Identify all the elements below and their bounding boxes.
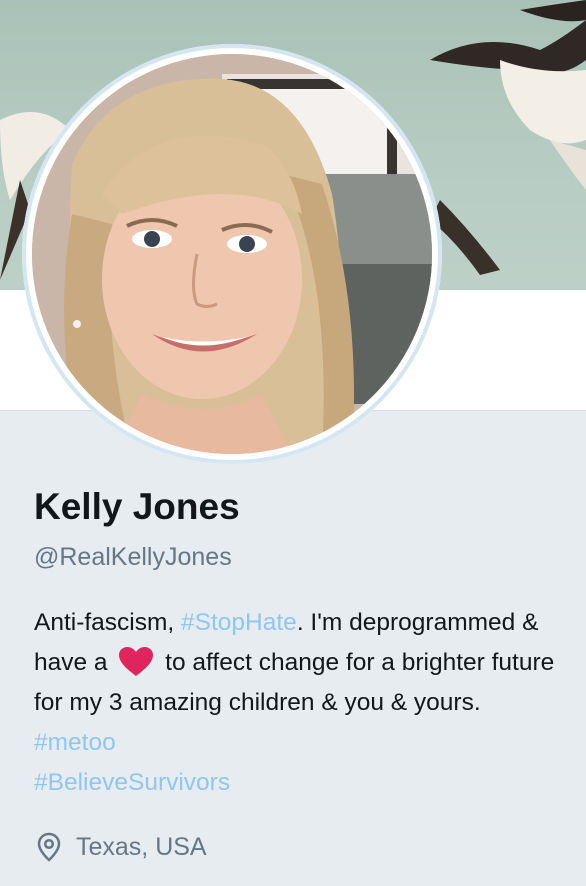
hashtag-link[interactable]: #StopHate	[181, 609, 297, 636]
profile-avatar[interactable]	[32, 54, 432, 454]
map-pin-icon	[37, 832, 61, 862]
bio-text: Anti-fascism,	[34, 609, 182, 636]
profile-bio: Anti-fascism, #StopHate. I'm deprogramme…	[34, 603, 564, 803]
profile-location: Texas, USA	[34, 832, 207, 862]
avatar-photo	[32, 54, 432, 454]
profile-name: Kelly Jones	[34, 486, 240, 527]
hashtag-link[interactable]: #metoo	[34, 729, 116, 756]
hashtag-link[interactable]: #BelieveSurvivors	[34, 769, 230, 796]
red-heart-icon	[119, 647, 154, 676]
profile-handle: @RealKellyJones	[34, 543, 232, 571]
location-text: Texas, USA	[76, 832, 207, 861]
